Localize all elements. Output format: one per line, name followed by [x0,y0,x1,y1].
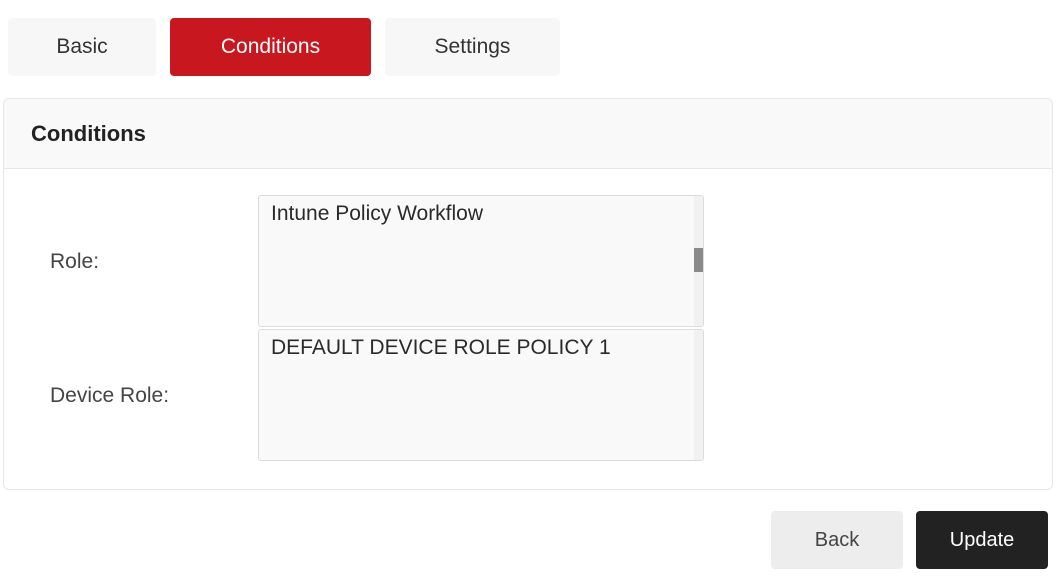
role-listbox[interactable]: Intune Policy Workflow [258,195,704,327]
device-role-option[interactable]: DEFAULT DEVICE ROLE POLICY 1 [271,336,611,360]
update-button[interactable]: Update [916,511,1048,569]
update-button-label: Update [949,528,1015,551]
panel-header: Conditions [4,99,1052,169]
tab-settings[interactable]: Settings [385,18,560,76]
back-button-label: Back [814,528,860,551]
device-role-scrollbar[interactable] [694,330,703,460]
tab-conditions-label: Conditions [220,35,321,58]
back-button[interactable]: Back [771,511,903,569]
panel-title: Conditions [31,120,146,146]
tab-basic-label: Basic [56,35,108,58]
page: Basic Conditions Settings Conditions Rol… [0,0,1062,585]
tab-bar: Basic Conditions Settings [8,18,560,76]
tab-conditions[interactable]: Conditions [170,18,371,76]
device-role-listbox[interactable]: DEFAULT DEVICE ROLE POLICY 1 [258,329,704,461]
conditions-panel: Conditions Role: Intune Policy Workflow … [3,98,1053,490]
tab-settings-label: Settings [434,35,511,58]
role-scrollbar[interactable] [694,196,703,326]
role-label: Role: [50,250,100,273]
device-role-label: Device Role: [50,384,170,407]
role-scrollbar-thumb[interactable] [694,248,703,272]
tab-basic[interactable]: Basic [8,18,156,76]
role-option[interactable]: Intune Policy Workflow [271,202,483,226]
